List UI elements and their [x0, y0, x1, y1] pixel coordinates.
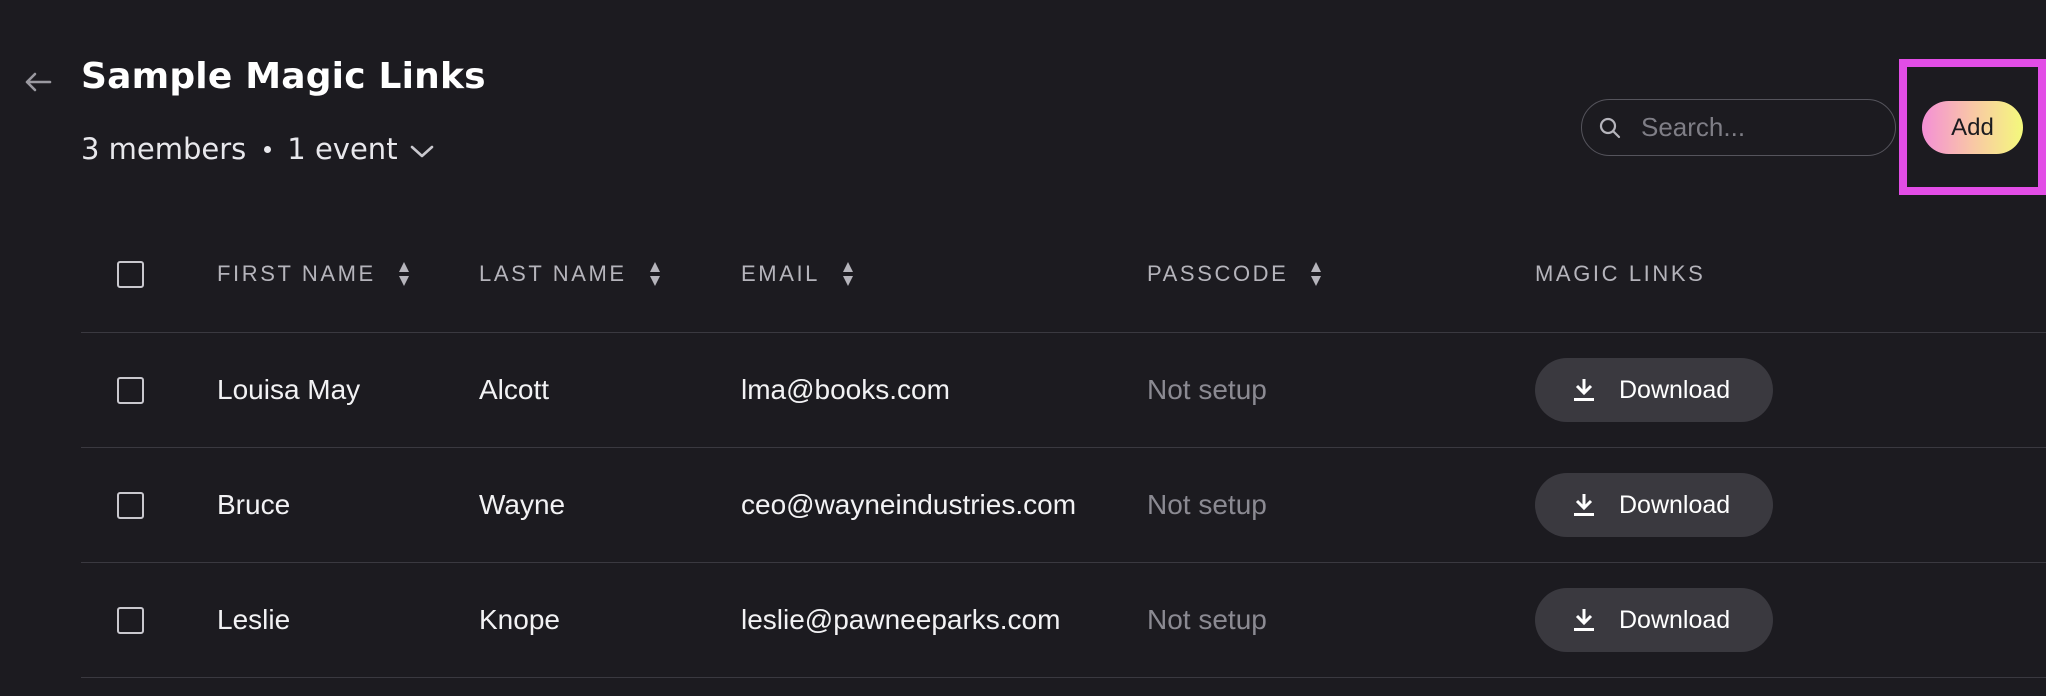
column-header-last-name[interactable]: LAST NAME — [479, 216, 661, 332]
download-label: Download — [1619, 375, 1731, 404]
sort-icon[interactable] — [842, 261, 854, 287]
first-name-cell: Bruce — [217, 489, 291, 520]
last-name-cell: Wayne — [479, 489, 566, 520]
sort-icon[interactable] — [1310, 261, 1322, 287]
events-dropdown[interactable]: 1 event — [287, 132, 433, 166]
page-meta: 3 members 1 event — [81, 132, 434, 166]
download-label: Download — [1619, 605, 1731, 634]
add-button[interactable]: Add — [1922, 101, 2023, 154]
column-label: EMAIL — [741, 261, 821, 286]
column-label: MAGIC LINKS — [1535, 261, 1706, 286]
search-box[interactable] — [1581, 99, 1896, 156]
magic-links-cell: Download — [1535, 563, 1773, 677]
separator-dot — [264, 145, 272, 153]
row-checkbox[interactable] — [117, 606, 144, 634]
search-input[interactable] — [1639, 111, 1873, 144]
search-icon — [1599, 116, 1623, 140]
last-name-cell: Knope — [479, 604, 560, 635]
row-select-cell — [117, 563, 144, 677]
email-cell: lma@books.com — [741, 374, 950, 405]
sort-icon[interactable] — [649, 261, 661, 287]
column-label: FIRST NAME — [217, 261, 376, 286]
passcode-cell: Not setup — [1147, 374, 1267, 405]
back-button[interactable] — [22, 68, 54, 100]
table-row: Leslie Knope leslie@pawneeparks.com Not … — [81, 563, 2046, 678]
download-button[interactable]: Download — [1535, 358, 1773, 422]
column-header-first-name[interactable]: FIRST NAME — [217, 216, 410, 332]
row-checkbox[interactable] — [117, 376, 144, 404]
magic-links-cell: Download — [1535, 448, 1773, 562]
magic-links-cell: Download — [1535, 333, 1773, 447]
download-button[interactable]: Download — [1535, 473, 1773, 537]
select-all-cell — [117, 216, 144, 332]
row-select-cell — [117, 333, 144, 447]
row-checkbox[interactable] — [117, 491, 144, 519]
download-icon — [1573, 608, 1595, 632]
passcode-cell: Not setup — [1147, 489, 1267, 520]
download-button[interactable]: Download — [1535, 588, 1773, 652]
table-row: Louisa May Alcott lma@books.com Not setu… — [81, 333, 2046, 448]
page-title: Sample Magic Links — [81, 56, 486, 97]
table-header-row: FIRST NAME LAST NAME EMAIL PASSCODE MAGI… — [81, 216, 2046, 333]
first-name-cell: Leslie — [217, 604, 291, 635]
passcode-cell: Not setup — [1147, 604, 1267, 635]
column-label: LAST NAME — [479, 261, 627, 286]
magic-links-page: Sample Magic Links 3 members 1 event Add — [0, 0, 2046, 696]
download-icon — [1573, 378, 1595, 402]
row-select-cell — [117, 448, 144, 562]
column-label: PASSCODE — [1147, 261, 1289, 286]
download-icon — [1573, 493, 1595, 517]
members-count: 3 members — [81, 132, 247, 166]
email-cell: ceo@wayneindustries.com — [741, 489, 1077, 520]
chevron-down-icon — [398, 132, 434, 166]
sort-icon[interactable] — [398, 261, 410, 287]
column-header-passcode[interactable]: PASSCODE — [1147, 216, 1322, 332]
arrow-left-icon — [24, 71, 52, 98]
email-cell: leslie@pawneeparks.com — [741, 604, 1061, 635]
events-count: 1 event — [287, 132, 398, 166]
members-table: FIRST NAME LAST NAME EMAIL PASSCODE MAGI… — [81, 216, 2046, 678]
first-name-cell: Louisa May — [217, 374, 361, 405]
download-label: Download — [1619, 490, 1731, 519]
column-header-magic-links: MAGIC LINKS — [1535, 216, 1705, 332]
last-name-cell: Alcott — [479, 374, 550, 405]
column-header-email[interactable]: EMAIL — [741, 216, 854, 332]
select-all-checkbox[interactable] — [117, 260, 144, 288]
table-row: Bruce Wayne ceo@wayneindustries.com Not … — [81, 448, 2046, 563]
